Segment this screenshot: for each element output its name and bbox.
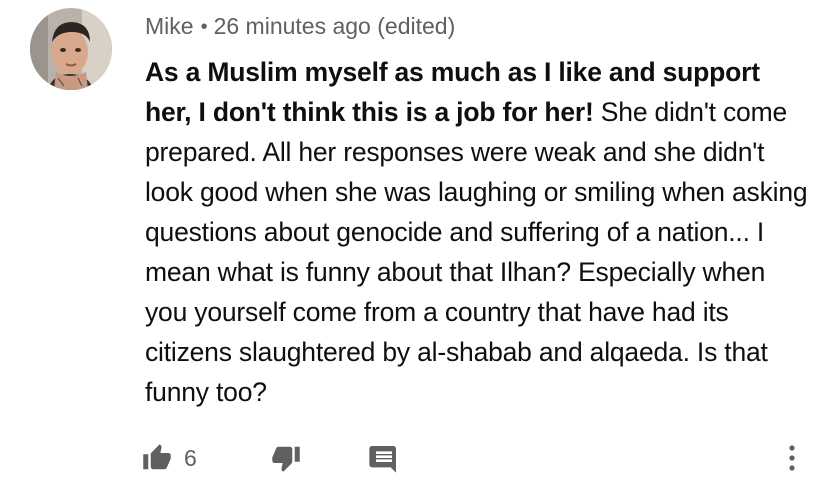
comment-header: Mike • 26 minutes ago (edited)	[145, 12, 455, 42]
author-name[interactable]: Mike	[145, 13, 194, 39]
reply-button[interactable]	[368, 436, 400, 480]
thumbs-up-icon	[143, 444, 171, 470]
more-options-button[interactable]	[780, 436, 804, 480]
more-vertical-icon	[789, 445, 795, 471]
comment-timestamp[interactable]: 26 minutes ago (edited)	[214, 13, 456, 39]
reply-comment-icon	[369, 446, 396, 473]
comment-body: As a Muslim myself as much as I like and…	[145, 52, 810, 412]
comment-actions: 6	[0, 436, 828, 484]
comment-body-regular: She didn't come prepared. All her respon…	[145, 97, 808, 407]
avatar-image	[30, 8, 112, 90]
separator-dot: •	[200, 16, 208, 38]
like-button[interactable]: 6	[142, 436, 197, 480]
thumbs-down-icon	[272, 446, 300, 472]
dislike-button[interactable]	[271, 436, 301, 480]
avatar[interactable]	[30, 8, 112, 90]
like-count: 6	[184, 444, 197, 471]
comment-thread: Mike • 26 minutes ago (edited) As a Muslim…	[0, 0, 828, 500]
